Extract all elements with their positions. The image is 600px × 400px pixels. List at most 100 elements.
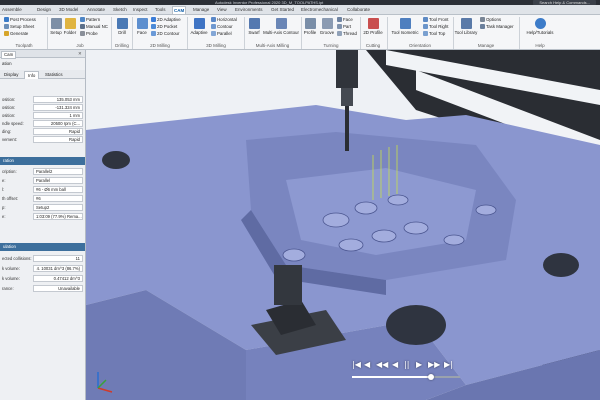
contour-button[interactable]: Contour <box>211 24 233 30</box>
tab-sketch[interactable]: Sketch <box>112 6 128 14</box>
progress-fill <box>352 376 431 378</box>
2d-contour-button[interactable]: 2D Contour <box>151 31 179 37</box>
pattern-button[interactable]: Pattern <box>80 17 100 23</box>
task-manager-button[interactable]: Task Manager <box>480 24 514 30</box>
ribbon-separator <box>519 17 520 49</box>
tab-environments[interactable]: Environments <box>234 6 264 14</box>
drill-button[interactable]: Drill <box>114 18 130 35</box>
help-tutorials-button[interactable]: Help/Tutorials <box>522 18 558 35</box>
panel-tabs: Display Info Statistics <box>0 70 85 79</box>
adaptive-button[interactable]: Adaptive <box>188 18 210 35</box>
tool-top-button[interactable]: Tool Top <box>423 31 445 37</box>
pause-button[interactable]: || <box>404 360 409 370</box>
tool-isometric-button[interactable]: Tool Isometric <box>388 18 422 35</box>
info-row: vement: Rapid <box>0 136 85 143</box>
info-row: osition: 1 mm <box>0 112 85 119</box>
tool-right-button[interactable]: Tool Right <box>423 24 449 30</box>
progress-track[interactable] <box>352 374 460 380</box>
tab-display[interactable]: Display <box>1 71 21 79</box>
boss <box>443 234 465 246</box>
3d-viewport[interactable] <box>86 50 600 400</box>
generate-button[interactable]: Generate <box>4 31 28 37</box>
setup-sheet-icon <box>4 24 9 30</box>
thread-button[interactable]: Thread <box>337 31 357 37</box>
progress-knob[interactable] <box>427 374 434 380</box>
boss <box>338 238 364 252</box>
close-icon[interactable]: ✕ <box>76 51 84 57</box>
tool-front-icon <box>423 17 428 23</box>
help-icon <box>534 18 546 29</box>
fast-forward-button[interactable]: ▶▶ <box>428 360 440 370</box>
boss <box>371 229 397 243</box>
tab-tools[interactable]: Tools <box>154 6 167 14</box>
options-button[interactable]: Options <box>480 17 501 23</box>
boss <box>322 212 350 228</box>
swarf-button[interactable]: Swarf <box>245 18 263 35</box>
tab-electromechanical[interactable]: Electromechanical <box>300 6 339 14</box>
gear-icon <box>480 17 485 23</box>
swarf-icon <box>248 18 260 29</box>
boss <box>354 201 378 215</box>
probe-button[interactable]: Probe <box>80 31 98 37</box>
face-button[interactable]: Face <box>134 18 150 35</box>
ribbon-tabs: Assemble Design 3D Model Annotate Sketch… <box>0 5 600 15</box>
play-button[interactable]: ▶ <box>416 360 422 370</box>
2d-pocket-button[interactable]: 2D Pocket <box>151 24 177 30</box>
tab-info[interactable]: Info <box>24 71 40 79</box>
groove-button[interactable]: Groove <box>318 18 336 35</box>
tab-view[interactable]: View <box>216 6 228 14</box>
setup-sheet-button[interactable]: Setup Sheet <box>4 24 34 30</box>
setup-icon <box>50 18 62 29</box>
manual-nc-button[interactable]: Manual NC <box>80 24 108 30</box>
2d-adaptive-button[interactable]: 2D Adaptive <box>151 17 181 23</box>
tool-top-icon <box>423 31 428 37</box>
step-back-button[interactable]: ◀ <box>364 360 370 370</box>
multi-axis-contour-button[interactable]: Multi-Axis Contour <box>262 18 300 35</box>
skip-to-end-button[interactable]: ▶| <box>444 360 453 370</box>
tab-design[interactable]: Design <box>36 6 52 14</box>
info-row: p: Setup2 <box>0 204 85 211</box>
operation-section-header[interactable]: ration <box>0 157 85 165</box>
post-process-button[interactable]: Post Process <box>4 17 36 23</box>
tool-library-button[interactable]: Tool Library <box>454 18 478 35</box>
boss <box>282 248 306 262</box>
tab-3d-model[interactable]: 3D Model <box>58 6 79 14</box>
horizontal-button[interactable]: Horizontal <box>211 17 237 23</box>
folder-button[interactable]: Folder <box>63 18 77 35</box>
contour-icon <box>211 24 216 30</box>
group-turning-label: Turning <box>323 43 339 48</box>
turning-profile-icon <box>304 18 316 29</box>
simulation-section-header[interactable]: ulation <box>0 243 85 251</box>
play-backward-button[interactable]: ◀ <box>392 360 398 370</box>
cam-ribbon: Post Process Setup Sheet Generate Toolpa… <box>0 15 600 50</box>
tool-front-button[interactable]: Tool Front <box>423 17 449 23</box>
post-process-icon <box>4 17 9 23</box>
tab-collaborate[interactable]: Collaborate <box>346 6 371 14</box>
group-help-label: Help <box>535 43 545 48</box>
hole <box>386 305 446 345</box>
panel-title[interactable]: Cam <box>1 51 17 59</box>
skip-to-start-button[interactable]: |◀ <box>352 360 361 370</box>
face-icon <box>136 18 148 29</box>
cam-simulation-scene <box>86 50 600 400</box>
tab-inspect[interactable]: Inspect <box>132 6 149 14</box>
cutting-tool <box>345 106 349 151</box>
parallel-button[interactable]: Parallel <box>211 31 232 37</box>
tab-manage[interactable]: Manage <box>192 6 210 14</box>
tab-assemble[interactable]: Assemble <box>1 6 23 14</box>
setup-button[interactable]: Setup <box>49 18 63 35</box>
tab-statistics[interactable]: Statistics <box>42 71 66 79</box>
info-row: k volume: 4. 10031 dm^3 (86.7%) <box>0 265 85 272</box>
boss <box>403 221 429 235</box>
rewind-button[interactable]: ◀◀ <box>376 360 388 370</box>
tab-cam[interactable]: CAM <box>172 6 187 14</box>
tab-annotate[interactable]: Annotate <box>86 6 106 14</box>
part-button[interactable]: Part <box>337 24 351 30</box>
hole <box>543 253 579 277</box>
tab-get-started[interactable]: Get Started <box>270 6 295 14</box>
boss <box>475 204 497 216</box>
turning-face-button[interactable]: Face <box>337 17 353 23</box>
turning-profile-button[interactable]: Profile <box>302 18 318 35</box>
group-job-label: Job <box>76 43 84 48</box>
2d-profile-button[interactable]: 2D Profile <box>361 18 385 35</box>
